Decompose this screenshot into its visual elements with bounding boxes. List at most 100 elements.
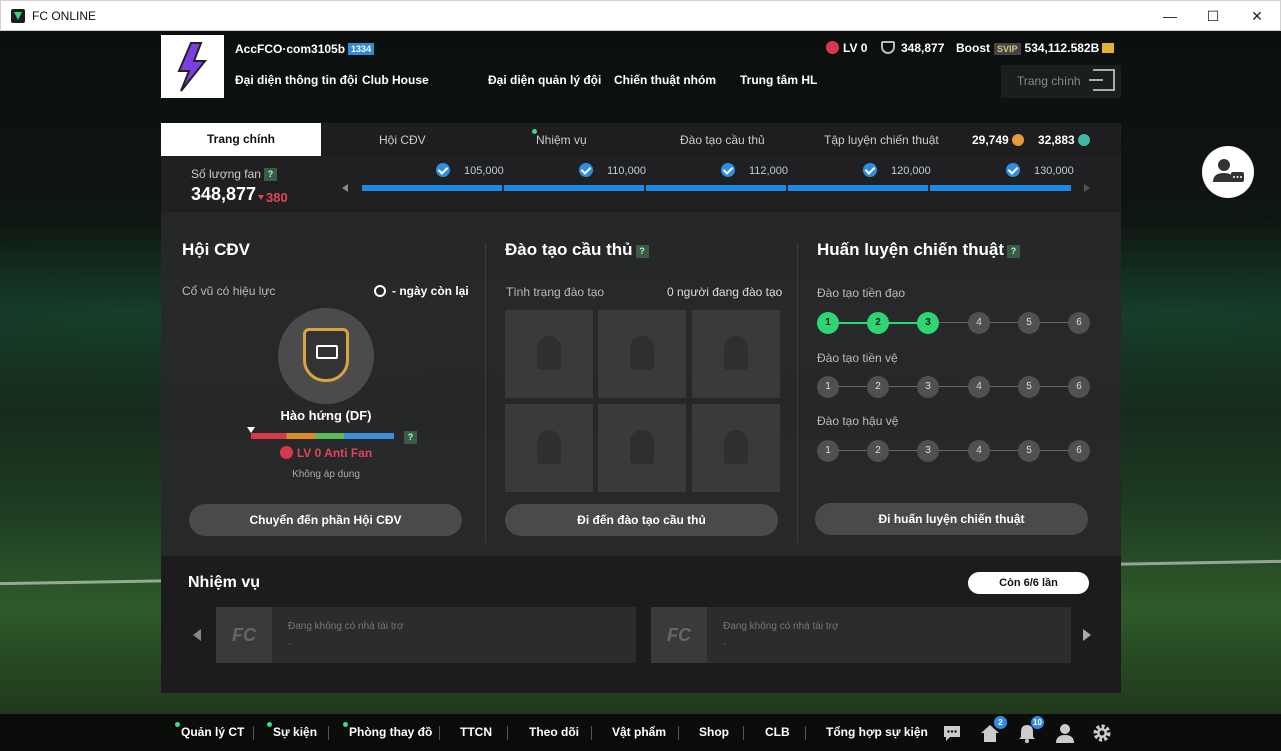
training-slot[interactable] [598,310,686,398]
node-number: 2 [875,317,881,328]
chevron-right-icon[interactable] [1084,184,1090,192]
mission-sub: - [723,639,727,650]
profile-icon[interactable] [1054,722,1076,744]
team-emblem[interactable] [161,35,224,98]
go-training-button[interactable]: Đi đến đào tạo cầu thủ [505,504,778,536]
username: AccFCO·com3105b 1334 [235,42,375,56]
coin-2: 32,883 [1038,133,1090,147]
fan-shield-icon [881,41,895,54]
bottom-nav-locker-room[interactable]: Phòng thay đồ [343,722,432,739]
home-icon[interactable]: 2 [979,716,1007,744]
gear-icon[interactable] [1091,722,1113,744]
help-icon[interactable]: ? [263,168,277,181]
training-slot[interactable] [505,310,593,398]
lightning-icon[interactable]: 2 [867,312,889,334]
tactics-node[interactable]: 6 [1068,440,1090,462]
bottom-nav-items[interactable]: Vật phẩm [612,725,666,739]
fan-count: 348,877 [191,184,257,204]
tactics-node[interactable]: 6 [1068,376,1090,398]
bp-value: 534,112.582B [1024,41,1100,55]
bottom-nav-events[interactable]: Sự kiện [267,722,317,739]
chevron-left-icon[interactable] [193,629,201,641]
chat-support-button[interactable] [1202,146,1254,198]
bell-icon[interactable]: 10 [1016,716,1044,744]
tactics-node[interactable]: 3 [917,440,939,462]
effect-label: Cổ vũ có hiệu lực [182,284,276,298]
nav-team-tactics[interactable]: Chiến thuật nhóm [614,73,716,87]
user-badge: 1334 [348,43,375,55]
close-button[interactable]: ✕ [1237,5,1277,27]
tactics-row-3-label: Đào tạo hậu vệ [817,414,899,428]
tactics-node[interactable]: 4 [968,376,990,398]
tactics-node[interactable]: 3 [917,376,939,398]
nav-training-center[interactable]: Trung tâm HL [740,73,817,87]
nav-club-house[interactable]: Club House [362,73,429,87]
maximize-button[interactable]: ☐ [1193,5,1233,27]
mood-bar [251,433,394,439]
chevron-left-icon[interactable] [342,184,348,192]
home-exit-area[interactable]: Trang chính [1001,65,1121,98]
bottom-nav-ttcn[interactable]: TTCN [460,725,492,739]
nav-team-info[interactable]: Đại diện thông tin đội [235,73,358,87]
bell-badge: 10 [1031,716,1044,729]
training-slot[interactable] [692,404,780,492]
tab-home[interactable]: Trang chính [161,123,321,156]
training-title: Đào tạo cầu thủ? [505,240,649,260]
bottom-nav-event-summary[interactable]: Tổng hợp sự kiện [826,725,928,739]
nav-team-manager[interactable]: Đại diện quản lý đội [488,73,601,87]
tactics-row-2: 1 2 3 4 5 6 [817,376,1093,398]
help-icon[interactable]: ? [635,245,649,258]
help-icon[interactable]: ? [1007,245,1021,258]
minimize-button[interactable]: — [1150,5,1190,27]
tactics-node[interactable]: 4 [968,440,990,462]
milestone-1-value: 105,000 [464,165,504,177]
tactics-node[interactable]: 1 [817,440,839,462]
tab-missions[interactable]: Nhiệm vụ [532,129,587,147]
exit-icon[interactable] [1089,69,1115,91]
milestone-4: 120,000 [863,163,931,177]
tab-player-training[interactable]: Đào tạo cầu thủ [680,133,765,147]
check-icon [1006,163,1020,177]
tab-tactics-practice[interactable]: Tập luyện chiến thuật [824,133,939,147]
not-applied: Không áp dụng [292,469,360,480]
tactics-node[interactable]: 2 [867,440,889,462]
bottom-nav-follow[interactable]: Theo dõi [529,725,579,739]
tactics-node[interactable]: 5 [1018,440,1040,462]
check-icon [436,163,450,177]
chat-icon[interactable] [941,722,963,744]
tactics-node[interactable]: 4 [968,312,990,334]
go-fanclub-button[interactable]: Chuyển đến phần Hội CĐV [189,504,462,536]
tactics-node[interactable]: 2 [867,376,889,398]
fan-count-indicator: 348,877 [881,41,944,55]
tactics-title-text: Huấn luyện chiến thuật [817,240,1005,259]
training-slot[interactable] [505,404,593,492]
bottom-nav-team-management[interactable]: Quản lý CT [175,722,244,739]
coin-1: 29,749 [972,133,1024,147]
lightning-icon[interactable]: 3 [917,312,939,334]
help-icon[interactable]: ? [404,431,417,444]
chevron-right-icon[interactable] [1083,629,1091,641]
tactics-node[interactable]: 6 [1068,312,1090,334]
training-slot-grid [505,310,780,496]
antifan-level: LV 0 Anti Fan [161,446,491,460]
boost-label: Boost [956,41,990,55]
tactics-node[interactable]: 5 [1018,312,1040,334]
training-slot[interactable] [598,404,686,492]
milestone-3: 112,000 [721,163,788,177]
fan-progress-box: Số lượng fan? 348,877 380 105,000 110,00… [161,156,1121,212]
milestone-4-value: 120,000 [891,165,931,177]
milestone-5-value: 130,000 [1034,165,1074,177]
mission-card[interactable]: FC Đang không có nhà tài trợ - [216,607,636,663]
check-icon [863,163,877,177]
go-tactics-button[interactable]: Đi huấn luyện chiến thuật [815,503,1088,535]
tactics-node[interactable]: 5 [1018,376,1040,398]
mission-card[interactable]: FC Đang không có nhà tài trợ - [651,607,1071,663]
training-slot[interactable] [692,310,780,398]
bottom-nav-shop[interactable]: Shop [699,725,729,739]
tactics-node[interactable]: 1 [817,376,839,398]
soccer-ball-icon[interactable]: 1 [817,312,839,334]
fanclub-section: Hội CĐV Cổ vũ có hiệu lực - ngày còn lại… [161,212,485,556]
tab-fanclub[interactable]: Hội CĐV [379,133,426,147]
bottom-nav-club[interactable]: CLB [765,725,790,739]
new-dot [267,722,272,727]
